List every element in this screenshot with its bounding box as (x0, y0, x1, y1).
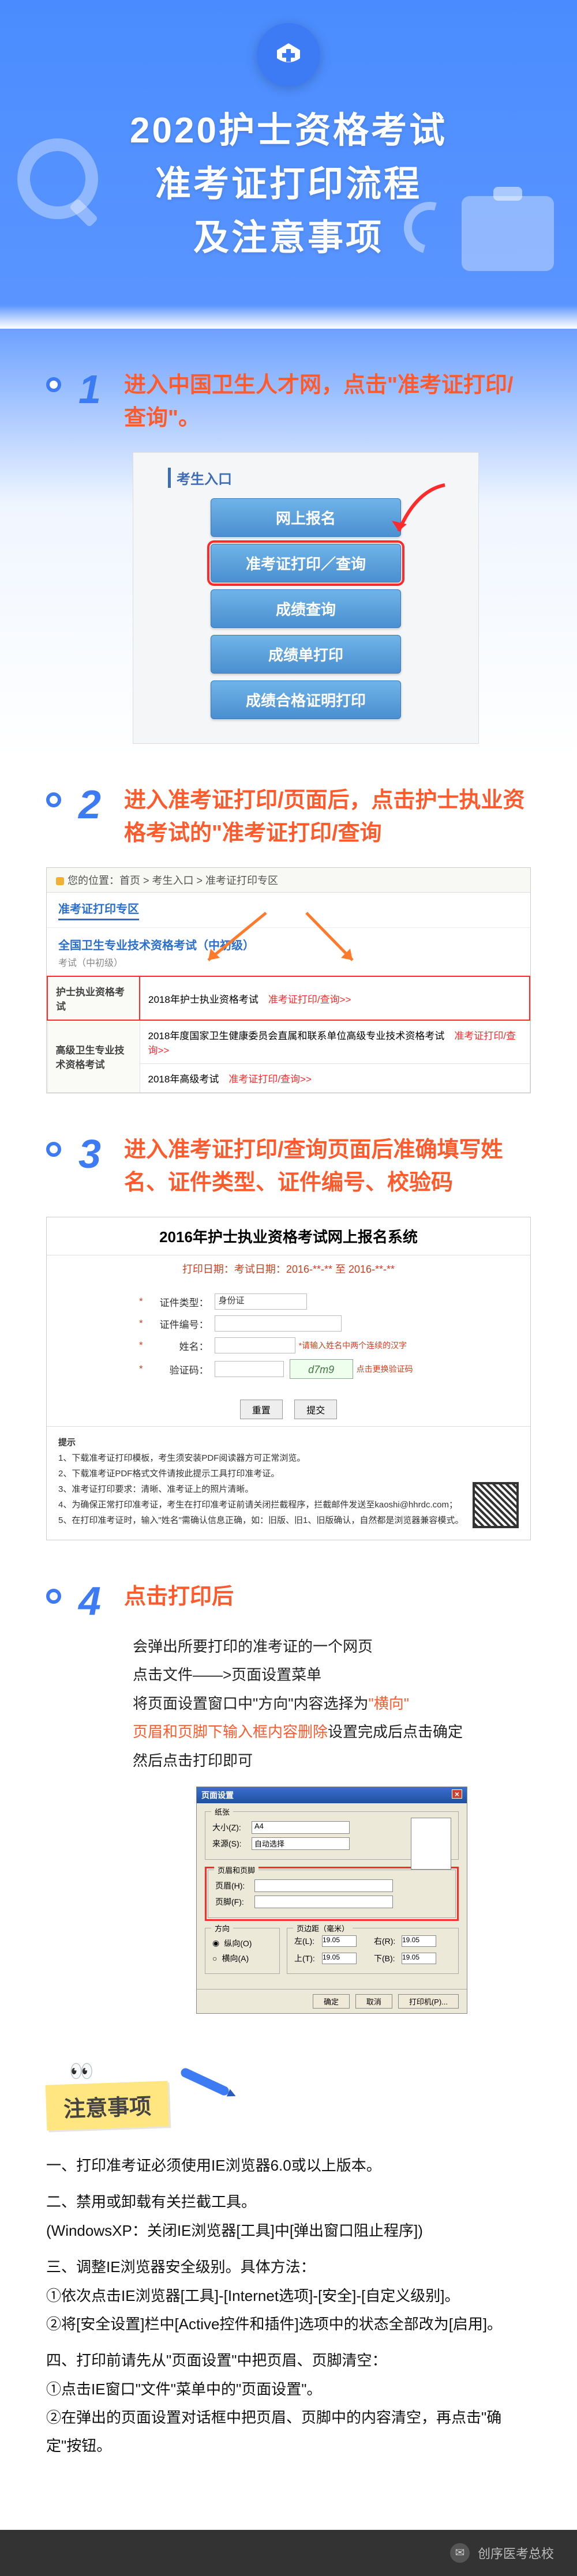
input-margin-top[interactable]: 19.05 (322, 1953, 357, 1964)
notes-heading: 注意事项 (46, 2081, 170, 2130)
radio-portrait[interactable]: ◉ (212, 1938, 219, 1948)
step-4: 4 点击打印后 会弹出所要打印的准考证的一个网页 点击文件——>页面设置菜单 将… (46, 1581, 531, 2014)
step-bullet (46, 377, 61, 392)
exam-category-sub: 考试（中初级） (47, 955, 530, 976)
notes-section: 👀 注意事项 一、打印准考证必须使用IE浏览器6.0或以上版本。 二、禁用或卸载… (46, 2060, 531, 2461)
step-title: 进入中国卫生人才网，点击"准考证打印/查询"。 (124, 369, 531, 435)
input-margin-right[interactable]: 19.05 (402, 1935, 436, 1947)
note-item: 四、打印前请先从"页面设置"中把页眉、页脚清空： ①点击IE窗口"文件"菜单中的… (46, 2346, 531, 2461)
row-label: 护士执业资格考试 (47, 976, 140, 1020)
title-line-1: 2020护士资格考试 (0, 104, 577, 157)
input-margin-left[interactable]: 19.05 (322, 1935, 357, 1947)
input-id-number[interactable] (215, 1315, 342, 1332)
step4-instructions: 会弹出所要打印的准考证的一个网页 点击文件——>页面设置菜单 将页面设置窗口中"… (133, 1633, 531, 1775)
form-notes: 提示 1、下载准考证打印模板，考生须安装PDF阅读器方可正常浏览。 2、下载准考… (47, 1426, 530, 1540)
breadcrumb: 您的位置：首页 > 考生入口 > 准考证打印专区 (47, 868, 530, 893)
input-name[interactable] (215, 1337, 295, 1353)
dialog-title: 页面设置 (201, 1789, 234, 1801)
btn-submit[interactable]: 提交 (294, 1400, 337, 1419)
input-margin-bottom[interactable]: 19.05 (402, 1953, 436, 1964)
form-subtitle: 打印日期：考试日期：2016-**-** 至 2016-**-** (47, 1255, 530, 1282)
link-print-query[interactable]: 准考证打印/查询>> (228, 1074, 312, 1085)
btn-score-query[interactable]: 成绩查询 (211, 589, 401, 628)
btn-score-print[interactable]: 成绩单打印 (211, 635, 401, 674)
step-3: 3 进入准考证打印/查询页面后准确填写姓名、证件类型、证件编号、校验码 2016… (46, 1134, 531, 1540)
tab-print-zone[interactable]: 准考证打印专区 (58, 900, 139, 920)
btn-ok[interactable]: 确定 (313, 1994, 350, 2009)
orange-arrow-icon (301, 908, 370, 972)
red-arrow-icon (381, 479, 451, 548)
close-icon[interactable]: × (452, 1789, 462, 1799)
step-1: 1 进入中国卫生人才网，点击"准考证打印/查询"。 考生入口 网上报名 准考证打… (46, 369, 531, 744)
btn-online-signup[interactable]: 网上报名 (211, 498, 401, 537)
orange-arrow-icon (197, 908, 278, 972)
input-captcha[interactable] (215, 1361, 284, 1377)
select-paper-size[interactable]: A4 (252, 1821, 350, 1834)
exam-category-title: 全国卫生专业技术资格考试（中初级） (47, 928, 530, 955)
input-header[interactable] (254, 1879, 393, 1892)
input-footer[interactable] (254, 1896, 393, 1908)
btn-cert-print[interactable]: 成绩合格证明打印 (211, 680, 401, 719)
step-number: 2 (78, 784, 101, 825)
home-icon (56, 877, 64, 885)
header: 2020护士资格考试 准考证打印流程 及注意事项 (0, 0, 577, 323)
form-title: 2016年护士执业资格考试网上报名系统 (47, 1217, 530, 1255)
btn-cancel[interactable]: 取消 (355, 1994, 392, 2009)
step-bullet (46, 1589, 61, 1604)
clipboard-deco (427, 196, 554, 260)
step-bullet (46, 1142, 61, 1157)
paper-preview-icon (411, 1818, 451, 1870)
nurse-cap-icon (272, 39, 305, 71)
screenshot-print-zone: 您的位置：首页 > 考生入口 > 准考证打印专区 准考证打印专区 全国卫生专业技… (46, 867, 531, 1093)
footer: ✉ 创序医考总校 (0, 2530, 577, 2576)
select-id-type[interactable]: 身份证 (215, 1293, 307, 1310)
note-item: 二、禁用或卸载有关拦截工具。 (WindowsXP：关闭IE浏览器[工具]中[弹… (46, 2188, 531, 2245)
qr-code-icon (473, 1482, 519, 1528)
note-item: 三、调整IE浏览器安全级别。具体方法： ①依次点击IE浏览器[工具]-[Inte… (46, 2253, 531, 2338)
btn-reset[interactable]: 重置 (240, 1400, 283, 1419)
btn-print-query-ticket[interactable]: 准考证打印／查询 (211, 544, 401, 582)
step-number: 3 (78, 1134, 101, 1174)
step-number: 4 (78, 1581, 101, 1621)
step-title: 进入准考证打印/查询页面后准确填写姓名、证件类型、证件编号、校验码 (124, 1134, 531, 1199)
row-label: 高级卫生专业技术资格考试 (47, 1020, 140, 1093)
wechat-icon: ✉ (450, 2543, 470, 2563)
step-title: 点击打印后 (124, 1581, 531, 1614)
logo-badge (257, 23, 320, 87)
note-item: 一、打印准考证必须使用IE浏览器6.0或以上版本。 (46, 2152, 531, 2180)
magnifier-deco (17, 138, 98, 219)
screenshot-form-panel: 2016年护士执业资格考试网上报名系统 打印日期：考试日期：2016-**-**… (46, 1217, 531, 1540)
exam-table: 护士执业资格考试 2018年护士执业资格考试 准考证打印/查询>> 高级卫生专业… (47, 976, 530, 1093)
link-print-query[interactable]: 准考证打印/查询>> (268, 994, 351, 1005)
page-setup-dialog: 页面设置× 纸张 大小(Z):A4 来源(S):自动选择 页眉和页脚 页眉(H)… (196, 1787, 467, 2014)
step-title: 进入准考证打印/页面后，点击护士执业资格考试的"准考证打印/查询 (124, 784, 531, 850)
btn-printer[interactable]: 打印机(P)... (398, 1994, 459, 2009)
step-2: 2 进入准考证打印/页面后，点击护士执业资格考试的"准考证打印/查询 您的位置：… (46, 784, 531, 1093)
eyes-icon: 👀 (69, 2060, 196, 2083)
step-number: 1 (78, 369, 101, 409)
step-bullet (46, 792, 61, 807)
select-paper-source[interactable]: 自动选择 (252, 1837, 350, 1850)
screenshot-entrance-panel: 考生入口 网上报名 准考证打印／查询 成绩查询 成绩单打印 成绩合格证明打印 (133, 452, 479, 744)
radio-landscape[interactable]: ○ (212, 1954, 217, 1963)
captcha-image[interactable]: d7m9 (290, 1359, 353, 1379)
footer-text: 创序医考总校 (478, 2544, 554, 2562)
